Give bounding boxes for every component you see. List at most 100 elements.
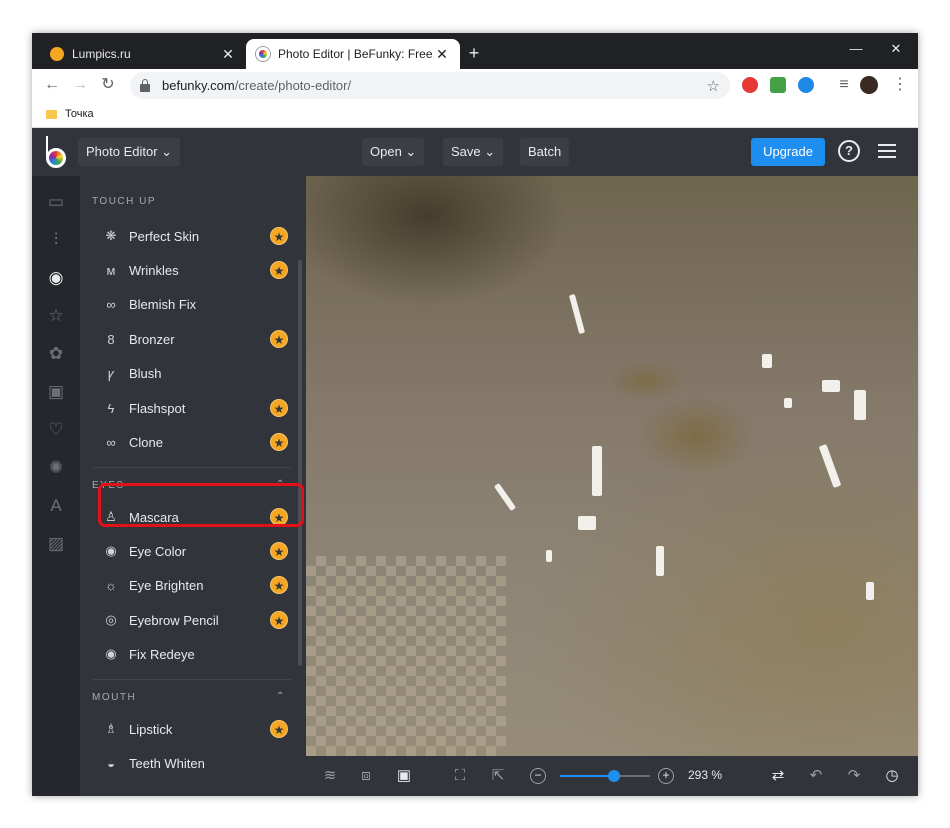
bookmarks-bar: Точка [32,101,918,128]
menu-item-teeth-whiten[interactable]: ◒ Teeth Whiten [92,746,292,780]
zoom-level: 293 % [688,768,723,782]
photo-speck [578,516,596,530]
menu-item-fix-redeye[interactable]: ◉ Fix Redeye [92,637,292,671]
bronzer-icon: 8 [107,331,115,347]
image-icon[interactable]: ▭ [46,192,66,212]
menu-item-bronzer[interactable]: 8 Bronzer ★ [92,322,292,356]
frame-icon[interactable]: ▣ [46,382,66,402]
premium-star-icon: ★ [270,227,288,245]
lumpics-favicon-icon [50,47,64,61]
fit-screen-icon[interactable]: ⛶ [450,766,470,786]
upgrade-button[interactable]: Upgrade [751,138,825,166]
reload-icon[interactable]: ↻ [96,73,120,97]
premium-star-icon: ★ [270,330,288,348]
photo-canvas[interactable] [306,176,918,756]
zoom-out-button[interactable]: − [530,768,546,784]
maximize-button[interactable] [838,37,878,61]
tab-lumpics[interactable]: Lumpics.ru ✕ [40,39,246,69]
music-extension-icon[interactable] [770,77,786,93]
menu-item-eye-color[interactable]: ◉ Eye Color ★ [92,534,292,568]
photo-speck [822,380,840,392]
zoom-in-button[interactable]: + [658,768,674,784]
section-title-touch-up: TOUCH UP [92,196,157,207]
befunky-app: Photo Editor ⌄ Open ⌄ Save ⌄ Batch Upgra… [32,128,918,796]
panel-scrollbar[interactable] [298,260,302,666]
photo-speck [784,398,792,408]
url-text: befunky.com/create/photo-editor/ [162,78,352,93]
teeth-whiten-icon: ◒ [107,755,115,771]
premium-star-icon: ★ [270,399,288,417]
menu-item-flashspot[interactable]: ϟ Flashspot ★ [92,391,292,425]
heart-icon[interactable]: ♡ [46,420,66,440]
premium-star-icon: ★ [270,261,288,279]
batch-button[interactable]: Batch [520,138,570,166]
app-header: Photo Editor ⌄ Open ⌄ Save ⌄ Batch Upgra… [32,128,918,176]
eye-brighten-icon: ☼ [105,577,117,593]
redo-icon[interactable]: ↷ [844,766,864,786]
browser-window: Lumpics.ru ✕ Photo Editor | BeFunky: Fre… [32,33,918,796]
perfect-skin-icon: ❋ [105,228,117,243]
expand-icon[interactable]: ⇱ [488,766,508,786]
history-icon[interactable]: ◷ [882,766,902,786]
collapse-mouth-icon[interactable]: ⌃ [276,691,284,702]
menu-item-blemish-fix[interactable]: ∞ Blemish Fix [92,287,292,321]
text-icon[interactable]: A [46,496,66,516]
befunky-logo-icon[interactable] [44,136,70,168]
eye-color-icon: ◉ [105,543,117,558]
fix-redeye-icon: ◉ [105,646,117,661]
menu-item-clone[interactable]: ∞ Clone ★ [92,425,292,459]
address-bar[interactable]: befunky.com/create/photo-editor/ ☆ [130,72,730,99]
menu-item-wrinkles[interactable]: ᴍ Wrinkles ★ [92,253,292,287]
save-button[interactable]: Save ⌄ [443,138,504,166]
open-button[interactable]: Open ⌄ [362,138,425,166]
browser-menu-icon[interactable]: ⋮ [888,73,912,97]
lipstick-icon: ♗ [105,721,117,736]
badge-icon[interactable]: ✺ [46,458,66,478]
folder-icon [46,109,57,119]
avatar[interactable] [860,76,878,94]
lock-icon [140,78,150,92]
compare-icon[interactable]: ⇄ [768,766,788,786]
hamburger-menu-icon[interactable] [878,144,896,158]
canvas-toolbar: ≋ ⧈ ▣ ⛶ ⇱ − + 293 % ⇄ ↶ ↷ ◷ [306,756,918,796]
globe-extension-icon[interactable] [798,77,814,93]
opera-extension-icon[interactable] [742,77,758,93]
undo-icon[interactable]: ↶ [806,766,826,786]
photo-speck [656,546,664,576]
zoom-slider-knob[interactable] [608,770,620,782]
menu-item-lipstick[interactable]: ♗ Lipstick ★ [92,712,292,746]
bookmark-tochka[interactable]: Точка [65,108,94,120]
layers-icon[interactable]: ≋ [320,766,340,786]
tab-close-icon[interactable]: ✕ [434,46,450,63]
eyebrow-pencil-icon: ◎ [105,612,117,627]
forward-arrow-icon[interactable]: → [68,73,92,97]
menu-item-eye-brighten[interactable]: ☼ Eye Brighten ★ [92,568,292,602]
menu-item-eyebrow-pencil[interactable]: ◎ Eyebrow Pencil ★ [92,603,292,637]
playlist-icon[interactable]: ≡ [832,73,856,97]
menu-item-perfect-skin[interactable]: ❋ Perfect Skin ★ [92,219,292,253]
close-window-button[interactable]: ✕ [876,37,916,61]
new-tab-button[interactable]: + [464,43,484,64]
crop-icon[interactable]: ⧈ [356,766,376,786]
tab-close-icon[interactable]: ✕ [220,46,236,63]
back-arrow-icon[interactable]: ← [40,73,64,97]
help-icon[interactable]: ? [838,140,860,162]
star-icon[interactable]: ☆ [46,306,66,326]
section-title-mouth: MOUTH [92,692,137,703]
premium-star-icon: ★ [270,720,288,738]
menu-item-blush[interactable]: ꝩ Blush [92,356,292,390]
layout-icon[interactable]: ▣ [394,766,414,786]
tab-befunky[interactable]: Photo Editor | BeFunky: Free Onli ✕ [246,39,460,69]
texture-icon[interactable]: ▨ [46,534,66,554]
bookmark-star-icon[interactable]: ☆ [707,77,720,95]
adjust-icon[interactable]: ⫶ [46,230,66,250]
zoom-slider[interactable] [560,770,650,782]
flower-icon[interactable]: ✿ [46,344,66,364]
mode-dropdown[interactable]: Photo Editor ⌄ [78,138,181,166]
photo-speck [493,482,517,512]
blush-brush-icon: ꝩ [107,366,115,381]
wrinkles-icon: ᴍ [106,262,116,278]
eye-icon[interactable]: ◉ [46,268,66,288]
tool-rail: ▭ ⫶ ◉ ☆ ✿ ▣ ♡ ✺ A ▨ [32,176,80,796]
tab-strip: Lumpics.ru ✕ Photo Editor | BeFunky: Fre… [32,33,918,69]
